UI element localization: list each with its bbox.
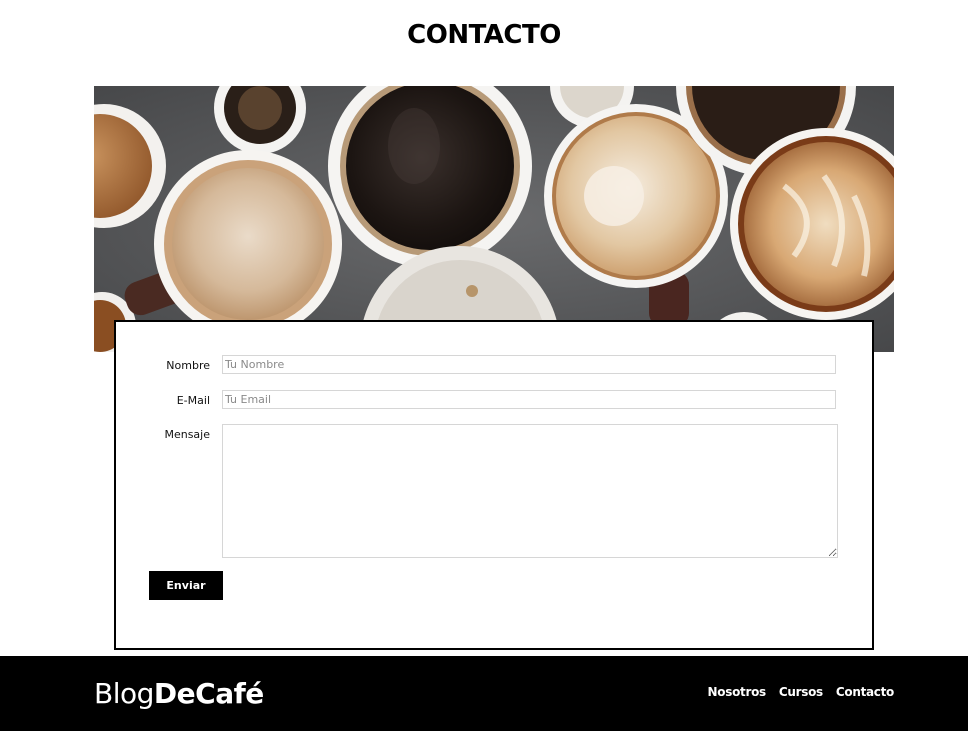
nav-link-cursos[interactable]: Cursos xyxy=(779,685,823,699)
site-logo[interactable]: BlogDeCafé xyxy=(94,676,264,712)
email-label: E-Mail xyxy=(176,394,210,407)
contact-page: CONTACTO Nombre Tu Nombre E-Mail Tu Emai… xyxy=(0,0,968,731)
logo-light-text: Blog xyxy=(94,677,154,710)
footer-nav: Nosotros Cursos Contacto xyxy=(708,685,895,699)
nav-link-contacto[interactable]: Contacto xyxy=(836,685,894,699)
name-label: Nombre xyxy=(166,359,210,372)
submit-button[interactable]: Enviar xyxy=(149,571,223,600)
contact-form: Nombre E-Mail Mensaje Enviar xyxy=(114,320,874,650)
message-textarea[interactable] xyxy=(222,424,838,558)
nav-link-nosotros[interactable]: Nosotros xyxy=(708,685,767,699)
name-input[interactable] xyxy=(222,355,836,374)
message-label: Mensaje xyxy=(164,428,210,441)
email-input[interactable] xyxy=(222,390,836,409)
logo-bold-text: DeCafé xyxy=(153,677,264,710)
site-footer: BlogDeCafé Nosotros Cursos Contacto xyxy=(0,656,968,731)
hero-image xyxy=(94,86,894,352)
page-title: CONTACTO xyxy=(407,20,561,50)
